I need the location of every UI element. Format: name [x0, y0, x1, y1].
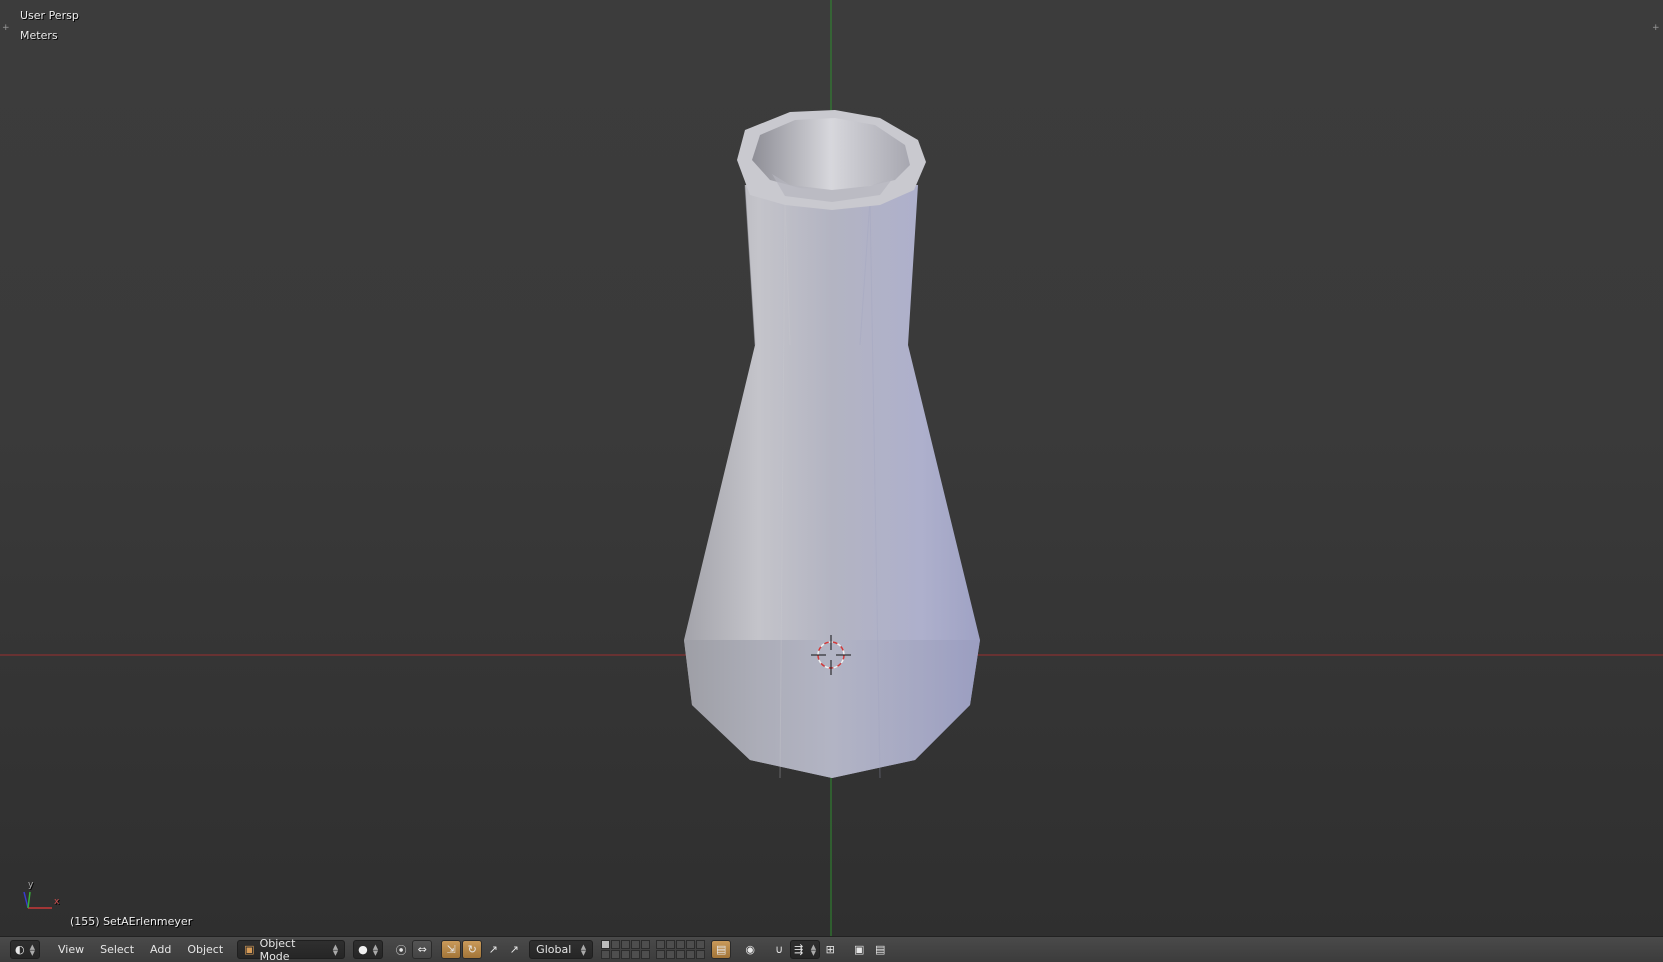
cube-icon: ▣: [244, 943, 255, 956]
pivot-point-icon: ⦿: [395, 943, 407, 957]
camera-icon: ▣: [853, 943, 865, 956]
add-menu[interactable]: Add: [142, 940, 179, 960]
object-menu[interactable]: Object: [179, 940, 231, 960]
3d-view-icon: ◐: [15, 943, 25, 956]
layer-button[interactable]: [601, 950, 611, 959]
layer-button[interactable]: [676, 940, 686, 949]
scale-icon: ↗: [488, 943, 498, 956]
scale-manipulator-button[interactable]: ↗: [483, 940, 503, 959]
layer-button[interactable]: [641, 940, 651, 949]
lock-camera-layers-button[interactable]: ▤: [711, 940, 732, 959]
layer-button[interactable]: [611, 940, 621, 949]
magnet-icon: ∪: [775, 943, 784, 956]
manipulator-toggle-button[interactable]: ⇔: [412, 940, 433, 959]
dropdown-arrows-icon: ▲ ▼: [29, 942, 35, 957]
layer-button[interactable]: [696, 940, 706, 949]
dropdown-arrows-icon: ▲ ▼: [580, 942, 587, 957]
axis-orientation-gizmo: [23, 891, 52, 909]
layer-button[interactable]: [696, 950, 706, 959]
editor-type-selector[interactable]: ◐ ▲ ▼: [10, 940, 40, 959]
layer-button[interactable]: [656, 950, 666, 959]
interaction-mode-dropdown[interactable]: ▣ Object Mode ▲ ▼: [237, 936, 346, 962]
transform-orientation-label: Global: [536, 943, 572, 956]
layer-button[interactable]: [676, 950, 686, 959]
layer-button[interactable]: [621, 940, 631, 949]
select-menu[interactable]: Select: [92, 940, 142, 960]
snap-target-icon: ⊞: [825, 943, 835, 956]
arrow-icon: ↗: [509, 943, 519, 956]
object-info-label: (155) SetAErlenmeyer: [70, 915, 193, 928]
view-label: User Persp: [20, 9, 79, 22]
snap-toggle-button[interactable]: ∪: [769, 940, 789, 959]
view-menu[interactable]: View: [50, 940, 92, 960]
erlenmeyer-flask-object: [684, 110, 980, 779]
layer-button[interactable]: [666, 950, 676, 959]
gizmo-x-label: x: [54, 897, 60, 907]
manipulator-toggle-icon: ⇔: [417, 943, 427, 956]
rotate-icon: ↻: [467, 943, 477, 956]
manipulator-extra-button[interactable]: ↗: [504, 940, 524, 959]
pivot-point-button[interactable]: ⦿: [391, 940, 411, 959]
layer-button[interactable]: [656, 940, 666, 949]
interaction-mode-label: Object Mode: [259, 936, 296, 962]
opengl-render-animation-button[interactable]: ▤: [870, 940, 890, 959]
viewport-shading-dropdown[interactable]: ● ▲ ▼: [353, 940, 384, 959]
proportional-edit-icon: ◉: [745, 943, 755, 956]
units-label: Meters: [20, 29, 58, 42]
dropdown-arrows-icon: ▲ ▼: [332, 942, 339, 957]
3d-viewport[interactable]: + + User Persp Meters y x (155) SetAErle…: [0, 0, 1663, 936]
layer-button[interactable]: [621, 950, 631, 959]
3d-view-header: ◐ ▲ ▼ View Select Add Object ▣ Object Mod…: [0, 936, 1663, 962]
snap-target-button[interactable]: ⊞: [820, 940, 840, 959]
transform-orientation-dropdown[interactable]: Global ▲ ▼: [529, 940, 594, 959]
layer-button[interactable]: [641, 950, 651, 959]
opengl-render-button[interactable]: ▣: [849, 940, 869, 959]
layer-button[interactable]: [611, 950, 621, 959]
snap-element-dropdown[interactable]: ⇶ ▲ ▼: [790, 940, 821, 959]
snap-increment-icon: ⇶: [794, 943, 804, 956]
layer-button[interactable]: [601, 940, 611, 949]
solid-shading-icon: ●: [358, 943, 368, 956]
viewport-scene: [0, 0, 1663, 936]
layer-button[interactable]: [686, 940, 696, 949]
clapperboard-icon: ▤: [874, 943, 886, 956]
layer-button[interactable]: [631, 940, 641, 949]
area-split-corner-icon[interactable]: +: [2, 24, 10, 33]
lock-icon: ▤: [715, 943, 727, 956]
layer-buttons-group-2[interactable]: [656, 940, 706, 959]
dropdown-arrows-icon: ▲ ▼: [372, 942, 379, 957]
dropdown-arrows-icon: ▲ ▼: [810, 942, 817, 957]
translate-icon: ⇲: [446, 943, 456, 956]
layer-button[interactable]: [686, 950, 696, 959]
layer-button[interactable]: [666, 940, 676, 949]
rotate-manipulator-button[interactable]: ↻: [462, 940, 483, 959]
gizmo-y-label: y: [28, 880, 34, 890]
layer-button[interactable]: [631, 950, 641, 959]
area-split-corner-icon[interactable]: +: [1652, 24, 1660, 33]
layer-buttons-group-1[interactable]: [601, 940, 651, 959]
proportional-edit-button[interactable]: ◉: [740, 940, 760, 959]
translate-manipulator-button[interactable]: ⇲: [441, 940, 462, 959]
